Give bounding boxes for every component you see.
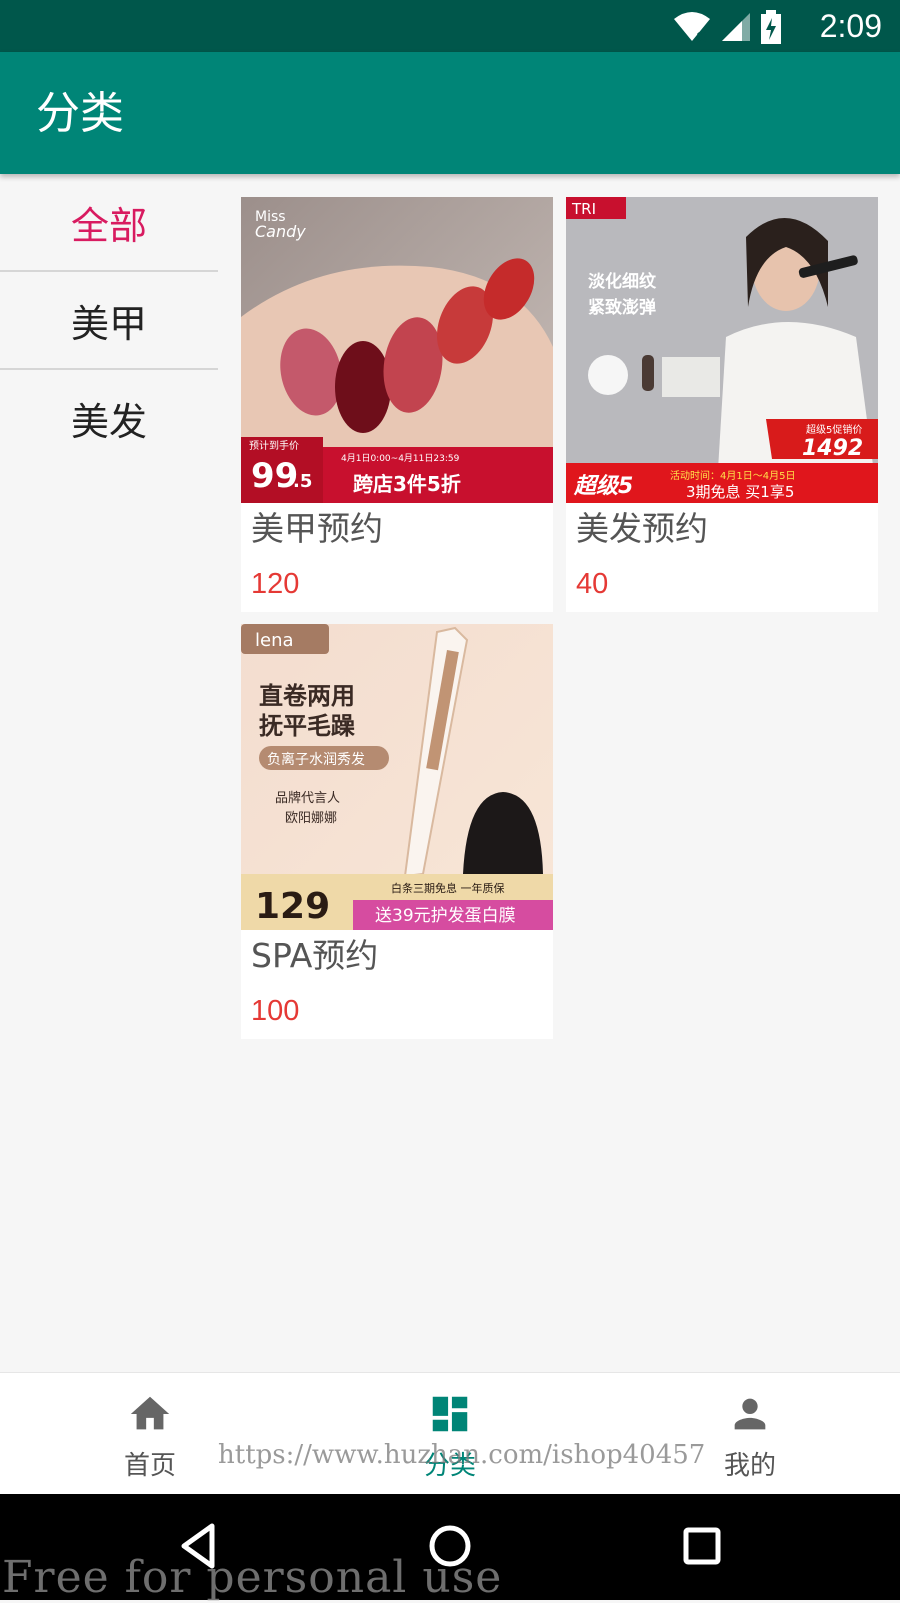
side-item-all[interactable]: 全部 bbox=[0, 174, 218, 272]
status-icons bbox=[672, 10, 782, 44]
product-name: SPA预约 bbox=[251, 936, 379, 975]
nav-item-category[interactable]: 分类 bbox=[350, 1373, 550, 1495]
app-bar: 分类 bbox=[0, 52, 900, 174]
product-name: 美发预约 bbox=[576, 509, 708, 548]
image-gift: 送39元护发蛋白膜 bbox=[375, 906, 516, 926]
home-icon bbox=[130, 1396, 170, 1430]
person-icon bbox=[734, 1398, 766, 1430]
image-promo: 跨店3件5折 bbox=[353, 472, 461, 496]
product-price: 120 bbox=[251, 568, 300, 600]
side-item-nail[interactable]: 美甲 bbox=[0, 272, 218, 370]
image-endorse-line2: 欧阳娜娜 bbox=[285, 811, 337, 826]
product-image-spa: lena 直卷两用 抚平毛躁 负离子水润秀发 品牌代言人 欧阳娜娜 129 白条… bbox=[241, 624, 553, 930]
nav-item-mine[interactable]: 我的 bbox=[650, 1373, 850, 1495]
watermark-url: https://www.huzhan.com/ishop40457 bbox=[218, 1440, 706, 1470]
image-endorse-line1: 品牌代言人 bbox=[275, 790, 340, 806]
bottom-navigation: 首页 分类 我的 bbox=[0, 1372, 900, 1495]
product-card-hair[interactable]: TRI 淡化细纹 紧致澎弹 超级5促销价 1492 超级5 活动时间：4月1日～… bbox=[566, 197, 878, 612]
image-price: 129 bbox=[255, 886, 330, 927]
image-brand: lena bbox=[255, 630, 294, 651]
image-price-small: .5 bbox=[293, 471, 312, 492]
image-brand-line2: Candy bbox=[255, 222, 306, 241]
image-event: 超级5 bbox=[573, 473, 633, 499]
image-event-time: 活动时间：4月1日～4月5日 bbox=[670, 469, 795, 482]
signal-icon bbox=[722, 13, 750, 41]
product-image-hair: TRI 淡化细纹 紧致澎弹 超级5促销价 1492 超级5 活动时间：4月1日～… bbox=[566, 197, 878, 503]
image-price-tag: 预计到手价 bbox=[249, 439, 299, 452]
watermark-free: Free for personal use bbox=[2, 1552, 503, 1603]
product-name: 美甲预约 bbox=[251, 509, 383, 548]
product-price: 40 bbox=[576, 568, 609, 600]
product-price: 100 bbox=[251, 995, 300, 1027]
image-promo-label: 超级5促销价 bbox=[806, 423, 862, 436]
image-tag: 负离子水润秀发 bbox=[267, 751, 365, 768]
page-title: 分类 bbox=[36, 88, 124, 139]
nav-item-home[interactable]: 首页 bbox=[50, 1373, 250, 1495]
category-side-menu: 全部 美甲 美发 bbox=[0, 174, 218, 466]
image-perks: 白条三期免息 一年质保 bbox=[391, 881, 505, 895]
recents-icon[interactable] bbox=[672, 1516, 732, 1576]
image-price-big: 99 bbox=[251, 456, 298, 496]
image-promo-price: 1492 bbox=[802, 436, 863, 461]
image-slogan-line1: 淡化细纹 bbox=[588, 271, 657, 292]
wifi-icon bbox=[674, 12, 710, 43]
image-brand: TRI bbox=[571, 200, 596, 218]
dashboard-icon bbox=[432, 1396, 468, 1432]
image-headline-line2: 抚平毛躁 bbox=[259, 712, 355, 740]
image-headline-line1: 直卷两用 bbox=[259, 682, 355, 710]
status-time: 2:09 bbox=[819, 8, 882, 44]
image-offer: 3期免息 买1享5 bbox=[686, 483, 794, 501]
side-item-hair[interactable]: 美发 bbox=[0, 370, 218, 466]
image-slogan-line2: 紧致澎弹 bbox=[588, 297, 656, 318]
image-date-range: 4月1日0:00~4月11日23:59 bbox=[341, 453, 460, 464]
status-bar: 2:09 bbox=[0, 0, 900, 52]
product-card-nail[interactable]: Miss Candy 预计到手价 99 .5 4月1日0:00~4月11日23:… bbox=[241, 197, 553, 612]
battery-charging-icon bbox=[761, 10, 781, 44]
product-card-spa[interactable]: lena 直卷两用 抚平毛躁 负离子水润秀发 品牌代言人 欧阳娜娜 129 白条… bbox=[241, 624, 553, 1039]
product-image-nail: Miss Candy 预计到手价 99 .5 4月1日0:00~4月11日23:… bbox=[241, 197, 553, 503]
